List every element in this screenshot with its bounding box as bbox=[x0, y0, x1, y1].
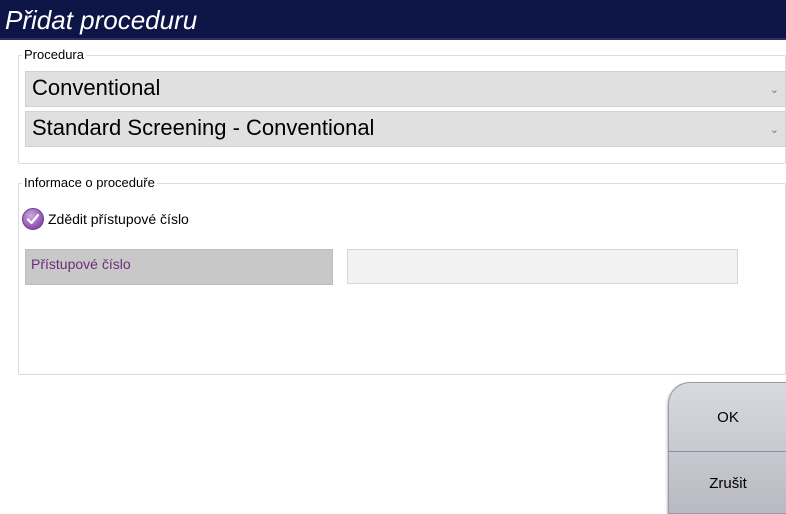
procedure-type-value: Conventional bbox=[32, 75, 161, 100]
accession-number-input[interactable] bbox=[347, 249, 738, 284]
ok-button[interactable]: OK bbox=[669, 383, 786, 451]
procedure-type-select[interactable]: Conventional ⌄ bbox=[25, 71, 786, 107]
procedure-name-select[interactable]: Standard Screening - Conventional ⌄ bbox=[25, 111, 786, 147]
chevron-down-icon: ⌄ bbox=[769, 84, 779, 96]
dialog-title-bar: Přidat proceduru bbox=[0, 0, 786, 40]
dialog-title: Přidat proceduru bbox=[5, 5, 198, 35]
inherit-accession-label: Zdědit přístupové číslo bbox=[48, 211, 189, 227]
checkmark-icon bbox=[22, 208, 44, 230]
accession-number-label: Přístupové číslo bbox=[25, 249, 333, 285]
chevron-down-icon: ⌄ bbox=[769, 124, 779, 136]
dialog-button-stack: OK Zrušit bbox=[668, 382, 786, 514]
procedure-info-group-label: Informace o proceduře bbox=[22, 175, 157, 190]
procedure-name-value: Standard Screening - Conventional bbox=[32, 115, 375, 140]
inherit-accession-checkbox[interactable]: Zdědit přístupové číslo bbox=[22, 206, 189, 232]
procedure-group-label: Procedura bbox=[22, 47, 86, 62]
cancel-button[interactable]: Zrušit bbox=[669, 451, 786, 514]
